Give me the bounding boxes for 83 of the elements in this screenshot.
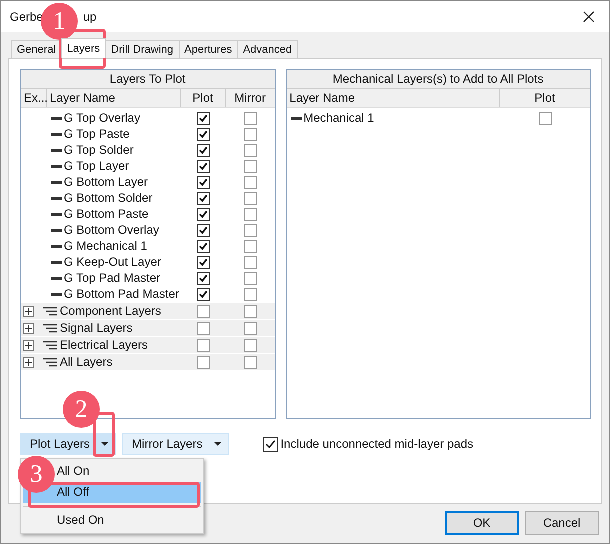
mirror-checkbox[interactable] — [244, 192, 257, 204]
mirror-checkbox[interactable] — [244, 256, 257, 268]
layers-icon — [43, 358, 57, 366]
expand-button[interactable] — [23, 322, 34, 334]
group-name: All Layers — [60, 355, 113, 369]
caret-icon — [101, 442, 110, 446]
layer-name: G Top Pad Master — [64, 271, 160, 285]
caret-icon — [214, 442, 222, 446]
mirror-checkbox[interactable] — [244, 208, 257, 220]
tab[interactable]: Apertures — [178, 40, 238, 58]
column-header[interactable]: Layer Name — [286, 89, 500, 107]
column-header[interactable]: Ex... — [21, 89, 47, 107]
layer-name: G Keep-Out Layer — [64, 255, 162, 269]
menu-item[interactable]: All On — [57, 461, 201, 482]
plot-checkbox[interactable] — [197, 304, 210, 318]
expand-button[interactable] — [23, 306, 34, 316]
include-checkbox[interactable] — [262, 436, 278, 452]
layer-name: G Top Layer — [64, 159, 130, 173]
checkbox-label: Include unconnected mid-layer pads — [280, 437, 474, 451]
mirror-checkbox[interactable] — [244, 356, 257, 368]
dialog-button[interactable]: Cancel — [525, 511, 599, 535]
plot-checkbox[interactable] — [197, 208, 210, 220]
plot-checkbox[interactable] — [538, 112, 552, 124]
mirror-checkbox[interactable] — [244, 128, 257, 140]
layers-icon — [43, 340, 57, 350]
plot-checkbox[interactable] — [197, 240, 210, 252]
layer-name: G Bottom Layer — [64, 175, 148, 189]
tab[interactable]: Drill Drawing — [105, 40, 180, 58]
dialog-button[interactable]: OK — [445, 511, 519, 535]
expand-button[interactable] — [23, 340, 34, 350]
menu-item[interactable]: Used On — [57, 510, 201, 531]
column-header[interactable]: Plot — [500, 89, 590, 107]
layer-name: G Top Overlay — [64, 111, 140, 125]
plot-checkbox[interactable] — [197, 224, 210, 236]
mirror-checkbox[interactable] — [244, 160, 257, 172]
layer-name: G Bottom Solder — [64, 191, 153, 205]
plot-checkbox[interactable] — [197, 338, 210, 352]
plot-checkbox[interactable] — [197, 192, 210, 204]
layer-name: G Bottom Paste — [64, 207, 149, 221]
plot-checkbox[interactable] — [197, 112, 210, 124]
dropdown-button[interactable]: Plot Layers — [20, 433, 116, 455]
mirror-checkbox[interactable] — [244, 224, 257, 236]
layer-name: G Bottom Overlay — [64, 223, 160, 237]
tab[interactable]: Layers — [61, 38, 106, 58]
tab[interactable]: Advanced — [237, 40, 298, 58]
layer-name: Mechanical 1 — [304, 111, 374, 125]
expand-button[interactable] — [23, 356, 34, 368]
column-header[interactable]: Layer Name — [47, 89, 181, 107]
plot-checkbox[interactable] — [197, 128, 210, 140]
layer-name: G Top Solder — [64, 143, 134, 157]
plot-checkbox[interactable] — [197, 356, 210, 368]
layer-name: G Bottom Pad Master — [64, 287, 180, 301]
window-title: Gerbe — [10, 10, 44, 24]
layers-icon — [43, 306, 57, 316]
plot-checkbox[interactable] — [197, 160, 210, 172]
plot-checkbox[interactable] — [197, 288, 210, 300]
dropdown-button[interactable]: Mirror Layers — [122, 433, 229, 455]
layer-name: G Top Paste — [64, 127, 130, 141]
column-header[interactable]: Mirror — [226, 89, 275, 107]
mirror-checkbox[interactable] — [244, 304, 257, 318]
close-icon[interactable] — [583, 10, 595, 22]
plot-checkbox[interactable] — [197, 256, 210, 268]
list-caption: Layers To Plot — [21, 70, 275, 89]
mirror-checkbox[interactable] — [244, 112, 257, 124]
group-name: Electrical Layers — [60, 338, 148, 352]
window-title: up — [83, 10, 97, 24]
mirror-checkbox[interactable] — [244, 144, 257, 156]
mirror-checkbox[interactable] — [244, 272, 257, 284]
mirror-checkbox[interactable] — [244, 338, 257, 352]
plot-checkbox[interactable] — [197, 144, 210, 156]
layer-name: G Mechanical 1 — [64, 239, 148, 253]
plot-checkbox[interactable] — [197, 272, 210, 284]
group-name: Component Layers — [60, 304, 162, 318]
plot-checkbox[interactable] — [197, 322, 210, 334]
list-caption: Mechanical Layers(s) to Add to All Plots — [286, 70, 590, 89]
mirror-checkbox[interactable] — [244, 176, 257, 188]
mirror-checkbox[interactable] — [244, 240, 257, 252]
mirror-checkbox[interactable] — [244, 288, 257, 300]
layers-icon — [43, 324, 57, 332]
column-header[interactable]: Plot — [181, 89, 226, 107]
group-name: Signal Layers — [60, 321, 133, 335]
plot-checkbox[interactable] — [197, 176, 210, 188]
mirror-checkbox[interactable] — [244, 322, 257, 334]
